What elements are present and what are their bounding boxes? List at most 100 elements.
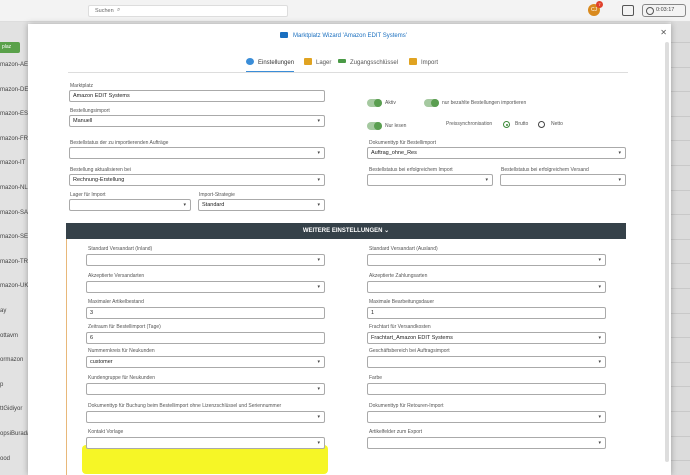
- sidebar-item[interactable]: ttGidiyor: [0, 406, 22, 412]
- lager-select[interactable]: ▾: [69, 199, 191, 211]
- left-setting-label: Nummernkreis für Neukunden: [88, 348, 155, 354]
- right-setting-label: Akzeptierte Zahlungsarten: [369, 273, 428, 279]
- user-avatar[interactable]: CJ 7: [588, 1, 603, 16]
- tab-zugangsschluessel[interactable]: Zugangsschlüssel: [338, 58, 398, 72]
- background-list-strip: [671, 22, 690, 475]
- marktplatz-input[interactable]: Amazon EDIT Systems: [69, 90, 325, 102]
- left-setting-field[interactable]: ▾: [86, 411, 325, 423]
- sidebar-item[interactable]: mazon-DE: [0, 87, 28, 93]
- netto-radio[interactable]: [538, 121, 545, 128]
- close-icon[interactable]: ✕: [660, 28, 667, 37]
- sidebar-item[interactable]: mazon-UK: [0, 283, 28, 289]
- right-setting-field[interactable]: ▾: [367, 254, 606, 266]
- chevron-down-icon: ▾: [598, 440, 601, 446]
- sidebar-item[interactable]: mazon-AE: [0, 62, 28, 68]
- bestellimport-select[interactable]: Manuell ▾: [69, 115, 325, 127]
- left-setting-field[interactable]: ▾: [86, 383, 325, 395]
- sidebar-item[interactable]: ay: [0, 308, 6, 314]
- sidebar-add-button[interactable]: plaz: [0, 42, 20, 53]
- avatar-initials: CJ: [590, 7, 598, 13]
- modal-title: Marktplatz Wizard 'Amazon EDIT Systems': [280, 32, 407, 39]
- left-setting-field[interactable]: 3: [86, 307, 325, 319]
- chevron-down-icon: ▾: [598, 359, 601, 365]
- wizard-tabs: Einstellungen Lager Zugangsschlüssel Imp…: [28, 58, 671, 72]
- tab-import[interactable]: Import: [409, 58, 438, 72]
- bezahlte-toggle[interactable]: [424, 99, 439, 107]
- bestellimport-label: Bestellungsimport: [70, 108, 110, 114]
- right-setting-field[interactable]: ▾: [367, 411, 606, 423]
- monitor-icon[interactable]: [622, 5, 634, 16]
- sidebar-item[interactable]: ormazon: [0, 357, 23, 363]
- timer-value: 0:03:17: [656, 7, 675, 13]
- status-versand-label: Bestellstatus bei erfolgreichem Versand: [501, 167, 589, 173]
- left-setting-label: Akzeptierte Versandarten: [88, 273, 145, 279]
- sidebar-item[interactable]: mazon-IT: [0, 160, 25, 166]
- sidebar-item[interactable]: ottavm: [0, 333, 18, 339]
- right-setting-field[interactable]: [367, 383, 606, 395]
- chevron-down-icon: ▾: [618, 150, 621, 156]
- status-import-label: Bestellstatus bei erfolgreichem Import: [369, 167, 453, 173]
- netto-label: Netto: [551, 121, 563, 127]
- right-setting-label: Frachtart für Versandkosten: [369, 324, 431, 330]
- clock-icon: [646, 7, 654, 15]
- session-timer[interactable]: 0:03:17: [642, 4, 686, 17]
- sidebar-item[interactable]: mazon-FR: [0, 136, 28, 142]
- import-icon: [409, 58, 417, 65]
- left-setting-label: Kontakt Vorlage: [88, 429, 124, 435]
- bestellstatus-select[interactable]: ▾: [69, 147, 325, 159]
- nurlesen-label: Nur lesen: [385, 123, 407, 129]
- tab-lager[interactable]: Lager: [304, 58, 331, 72]
- left-setting-field[interactable]: ▾: [86, 254, 325, 266]
- chevron-down-icon: ▾: [317, 284, 320, 290]
- sidebar-item[interactable]: mazon-SE: [0, 234, 28, 240]
- left-setting-field[interactable]: 6: [86, 332, 325, 344]
- sidebar-item[interactable]: mazon-TR: [0, 259, 28, 265]
- left-setting-field[interactable]: ▾: [86, 437, 325, 449]
- left-setting-label: Maximaler Artikelbestand: [88, 299, 144, 305]
- chevron-down-icon: ▾: [317, 150, 320, 156]
- sidebar-item[interactable]: ood: [0, 456, 10, 462]
- right-setting-field[interactable]: ▾: [367, 356, 606, 368]
- left-setting-label: Standard Versandart (Inland): [88, 246, 153, 252]
- brutto-radio[interactable]: [503, 121, 510, 128]
- right-setting-label: Dokumenttyp für Retouren-Import: [369, 403, 444, 409]
- sidebar-item[interactable]: p: [0, 382, 3, 388]
- search-icon: ⌕: [117, 7, 121, 13]
- dokumenttyp-select[interactable]: Auftrag_ohne_Res ▾: [367, 147, 626, 159]
- left-setting-field[interactable]: customer ▾: [86, 356, 325, 368]
- chevron-down-icon: ▾: [317, 359, 320, 365]
- sidebar-item[interactable]: mazon-NL: [0, 185, 28, 191]
- modal-scrollbar[interactable]: [665, 42, 669, 462]
- aktiv-label: Aktiv: [385, 100, 396, 106]
- right-setting-label: Farbe: [369, 375, 383, 381]
- status-versand-select[interactable]: ▾: [500, 174, 626, 186]
- sidebar-item[interactable]: mazon-ES: [0, 111, 28, 117]
- brutto-label: Brutto: [515, 121, 529, 127]
- tab-einstellungen[interactable]: Einstellungen: [246, 58, 295, 72]
- bestellstatus-label: Bestellstatus der zu importierenden Auft…: [70, 140, 169, 146]
- weitere-einstellungen-toggle[interactable]: WEITERE EINSTELLUNGEN ⌄: [66, 223, 626, 239]
- right-setting-field[interactable]: ▾: [367, 437, 606, 449]
- status-import-select[interactable]: ▾: [367, 174, 493, 186]
- strategie-select[interactable]: Standard ▾: [198, 199, 325, 211]
- chevron-down-icon: ▾: [183, 202, 186, 208]
- nurlesen-toggle[interactable]: [367, 122, 382, 130]
- global-search[interactable]: Suchen ⌕: [88, 5, 288, 17]
- chevron-down-icon: ▾: [317, 386, 320, 392]
- right-setting-field[interactable]: 1: [367, 307, 606, 319]
- right-setting-field[interactable]: ▾: [367, 281, 606, 293]
- chevron-down-icon: ▾: [317, 202, 320, 208]
- aktiv-toggle[interactable]: [367, 99, 382, 107]
- right-setting-label: Maximale Bearbeitungsdauer: [369, 299, 435, 305]
- left-setting-label: Dokumenttyp für Buchung beim Bestellimpo…: [88, 403, 282, 409]
- chevron-down-icon: ▾: [598, 335, 601, 341]
- search-label: Suchen: [95, 8, 114, 14]
- marktplatz-label: Marktplatz: [70, 83, 94, 89]
- sidebar-item[interactable]: mazon-SA: [0, 210, 28, 216]
- aktualisieren-select[interactable]: Rechnung-Erstellung ▾: [69, 174, 325, 186]
- right-setting-field[interactable]: Frachtart_Amazon EDIT Systems ▾: [367, 332, 606, 344]
- preissync-label: Preissynchronisation: [446, 121, 493, 127]
- sidebar-item[interactable]: opsiBurada: [0, 431, 28, 437]
- left-setting-field[interactable]: ▾: [86, 281, 325, 293]
- chevron-down-icon: ▾: [485, 177, 488, 183]
